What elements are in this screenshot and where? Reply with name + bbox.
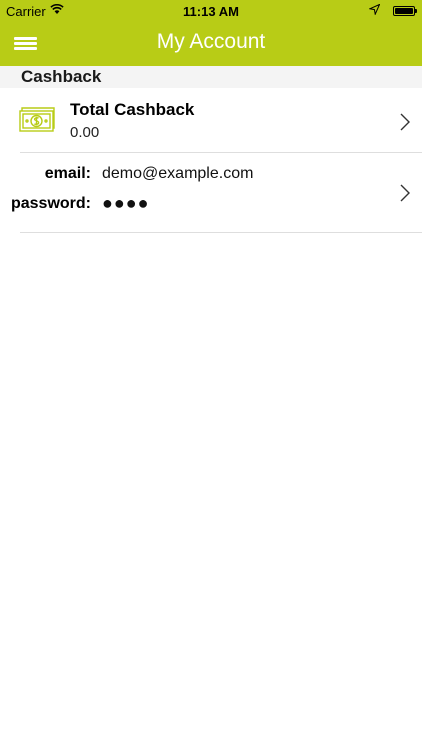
chevron-right-icon xyxy=(400,184,410,202)
section-header-cashback: Cashback xyxy=(0,66,422,88)
cash-bill-icon xyxy=(19,107,55,132)
page-title: My Account xyxy=(156,30,266,53)
account-credentials-row[interactable]: email: demo@example.com password: ●●●● xyxy=(0,153,422,233)
location-arrow-icon xyxy=(369,4,380,15)
email-value: demo@example.com xyxy=(102,165,254,182)
cashback-title: Total Cashback xyxy=(70,100,195,119)
cashback-value: 0.00 xyxy=(70,124,100,141)
row-divider xyxy=(20,232,422,233)
password-value: ●●●● xyxy=(102,193,150,213)
clock: 11:13 AM xyxy=(183,4,239,19)
battery-icon xyxy=(393,6,417,16)
status-bar: Carrier 11:13 AM xyxy=(0,0,422,22)
chevron-right-icon xyxy=(400,113,410,131)
password-label: password: xyxy=(10,195,91,212)
app-header: Carrier 11:13 AM My Account xyxy=(0,0,422,66)
email-label: email: xyxy=(44,165,91,182)
section-title: Cashback xyxy=(21,67,102,86)
total-cashback-row[interactable]: Total Cashback 0.00 xyxy=(0,88,422,153)
